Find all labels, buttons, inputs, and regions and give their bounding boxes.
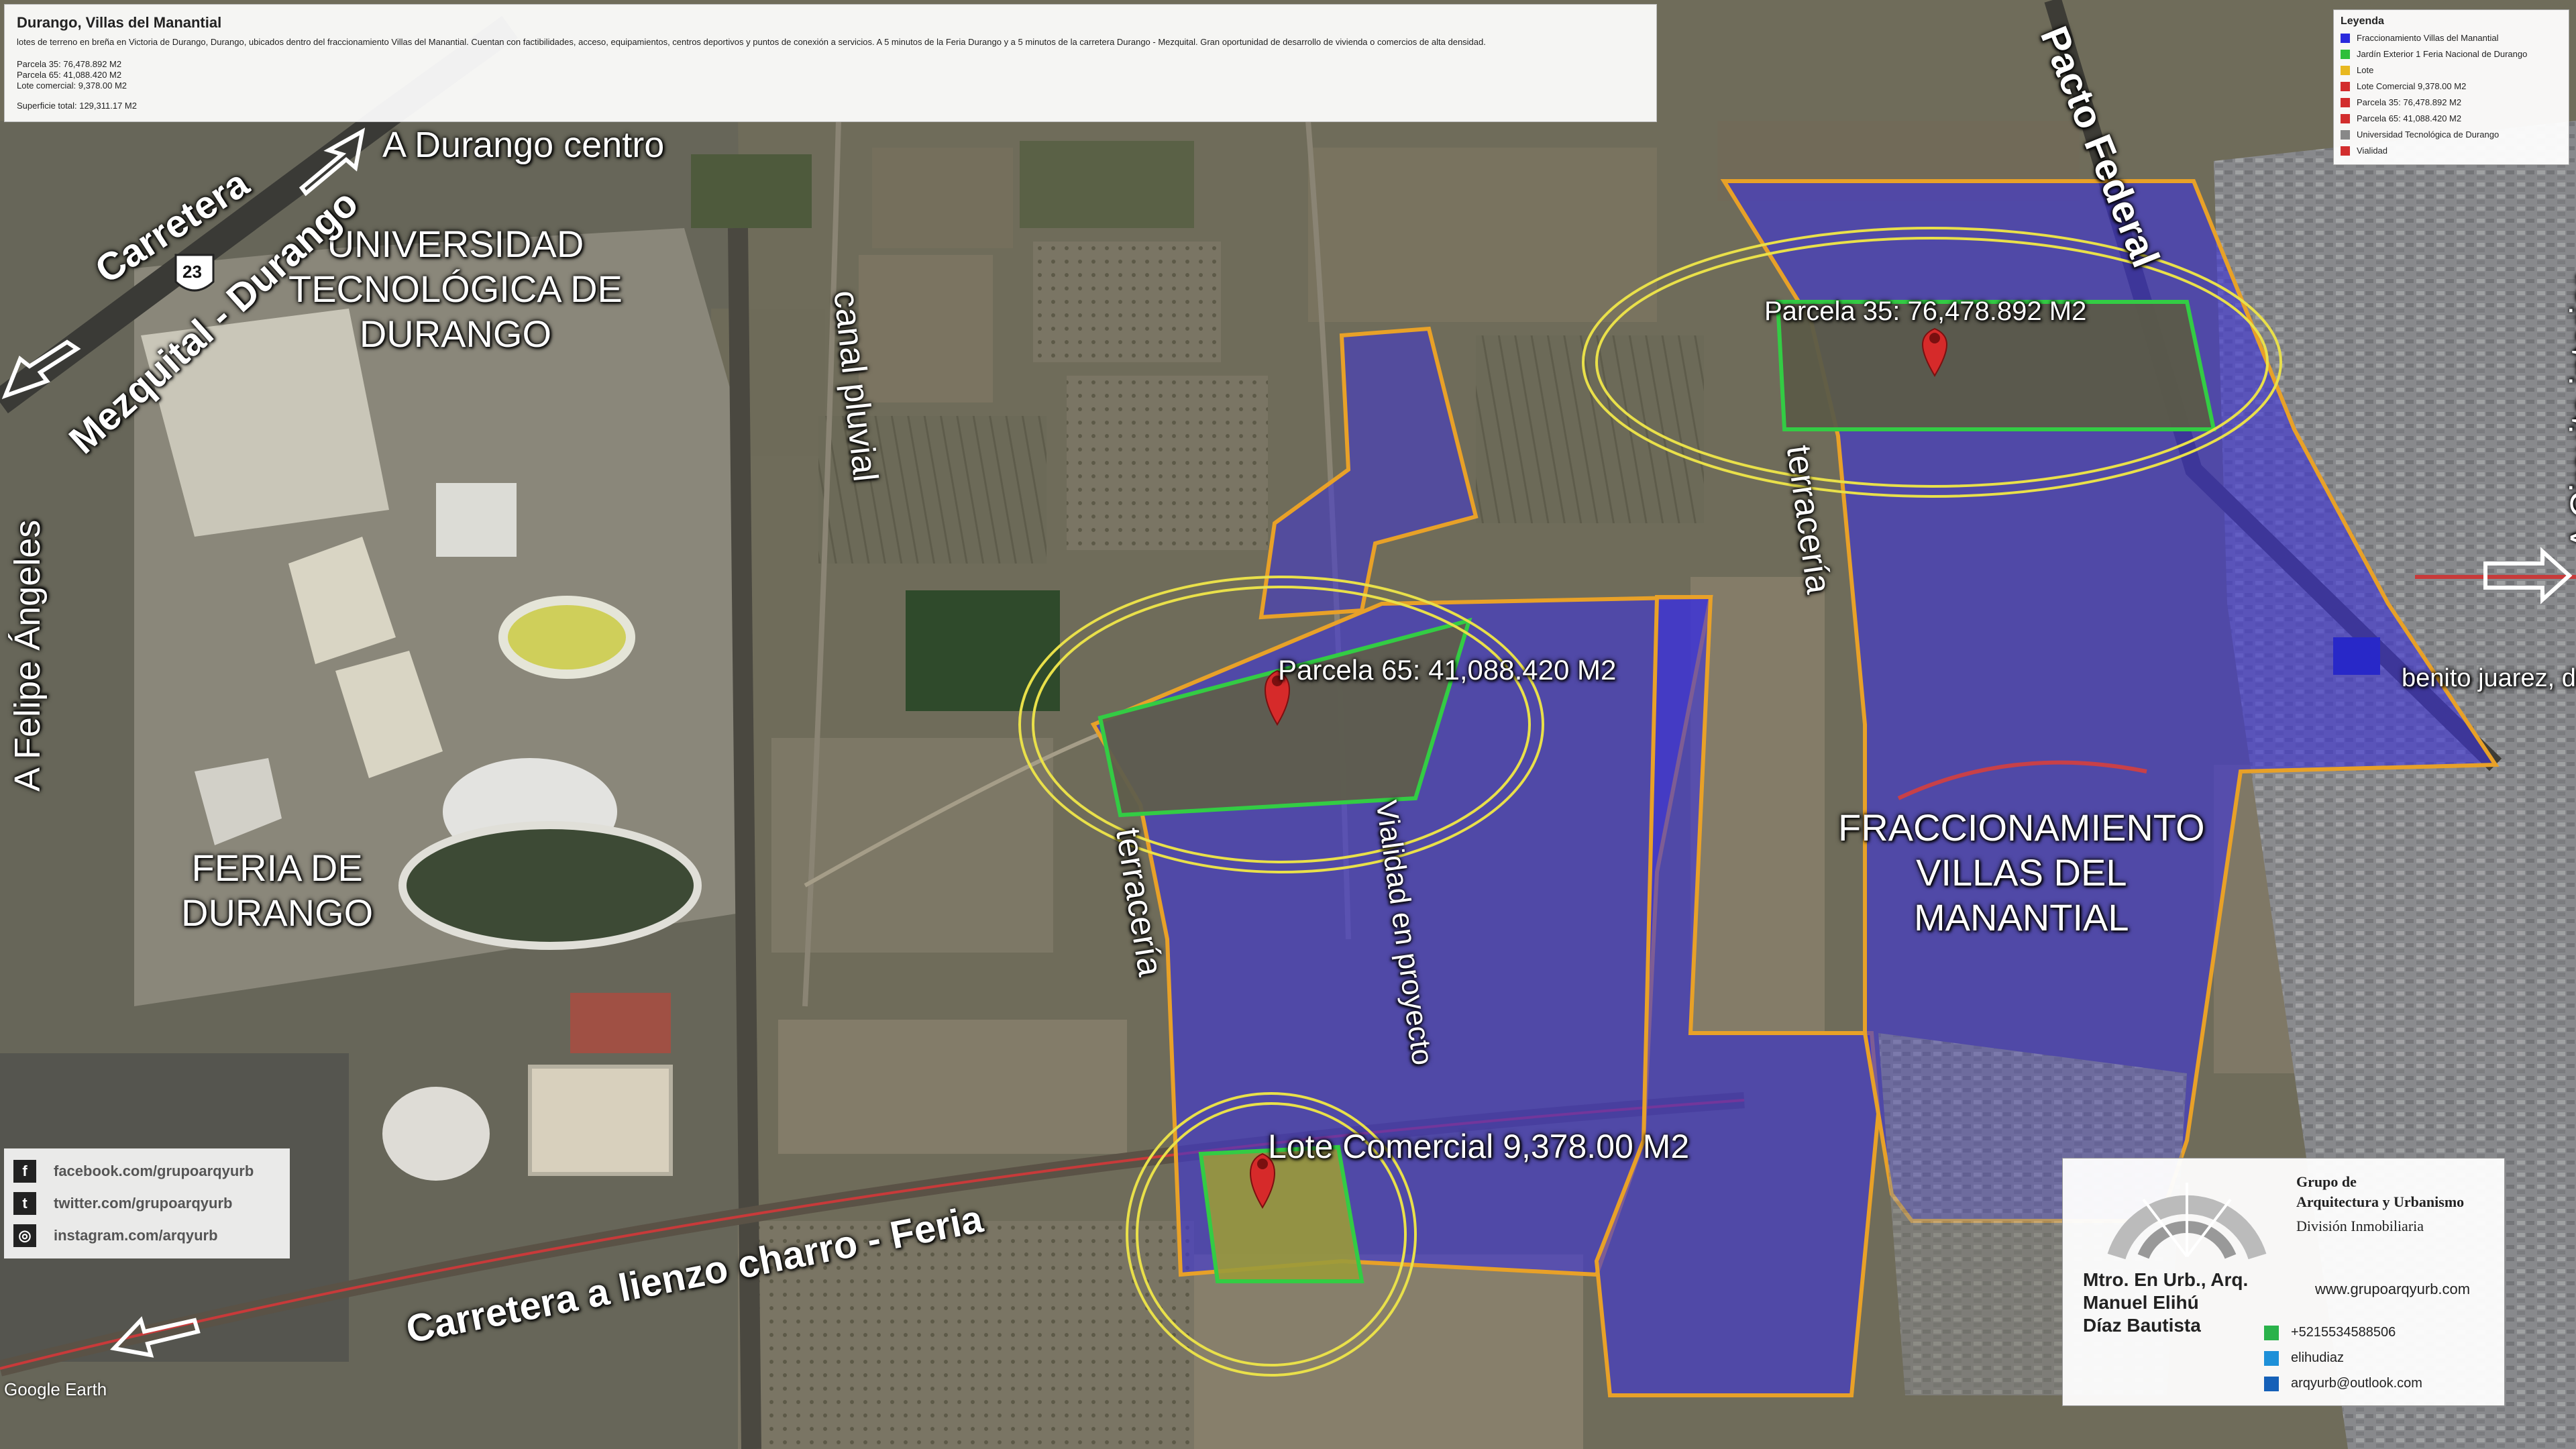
email-row[interactable]: arqyurb@outlook.com xyxy=(2264,1376,2422,1391)
legend-swatch-icon xyxy=(2341,66,2350,75)
field xyxy=(1476,335,1704,523)
map-view[interactable]: 23 UNIVERSIDAD TECNOLÓGICA DE DURANGO FERI… xyxy=(0,0,2576,1449)
info-panel: Durango, Villas del Manantial lotes de t… xyxy=(4,4,1657,122)
legend-item-label: Lote xyxy=(2357,65,2374,75)
legend-item[interactable]: Universidad Tecnológica de Durango xyxy=(2341,127,2562,143)
phone-row[interactable]: +5215534588506 xyxy=(2264,1325,2396,1340)
whatsapp-icon xyxy=(2264,1325,2279,1340)
legend-item-label: Parcela 65: 41,088.420 M2 xyxy=(2357,113,2462,123)
field xyxy=(1690,577,1825,1033)
social-links: f facebook.com/grupoarqyurb t twitter.com/… xyxy=(4,1148,290,1258)
legend-swatch-icon xyxy=(2341,34,2350,43)
instagram-icon: ◎ xyxy=(13,1224,36,1247)
legend-item[interactable]: Fraccionamiento Villas del Manantial xyxy=(2341,30,2562,46)
legend-swatch-icon xyxy=(2341,130,2350,140)
skype-row[interactable]: elihudiaz xyxy=(2264,1350,2344,1366)
legend-item[interactable]: Lote Comercial 9,378.00 M2 xyxy=(2341,78,2562,95)
legend-title: Leyenda xyxy=(2341,15,2384,27)
legend-swatch-icon xyxy=(2341,50,2350,59)
info-parcel: Parcela 35: 76,478.892 M2 xyxy=(17,59,122,69)
building xyxy=(436,483,517,557)
social-twitter[interactable]: t twitter.com/grupoarqyurb xyxy=(13,1187,280,1220)
label-parcela-35: Parcela 35: 76,478.892 M2 xyxy=(1764,297,2087,326)
legend-swatch-icon xyxy=(2341,146,2350,156)
field xyxy=(1194,1254,1583,1449)
legend-item-label: Fraccionamiento Villas del Manantial xyxy=(2357,33,2499,43)
contact-person: Mtro. En Urb., Arq. Manuel Elihú Díaz Baut… xyxy=(2083,1269,2249,1336)
company-name: Grupo de Arquitectura y Urbanismo xyxy=(2296,1173,2465,1210)
info-title: Durango, Villas del Manantial xyxy=(17,14,222,31)
info-total: Superficie total: 129,311.17 M2 xyxy=(17,101,137,111)
lote-comercial-polygon[interactable] xyxy=(1198,1144,1364,1283)
social-instagram[interactable]: ◎ instagram.com/arqyurb xyxy=(13,1220,280,1252)
legend-item-label: Vialidad xyxy=(2357,146,2388,156)
arena xyxy=(498,596,635,679)
field xyxy=(1020,141,1194,228)
skype-text: elihudiaz xyxy=(2291,1350,2344,1365)
field xyxy=(1308,148,1657,322)
field xyxy=(691,154,812,228)
phone-text: +5215534588506 xyxy=(2291,1325,2396,1340)
route-number: 23 xyxy=(182,262,202,282)
field xyxy=(1067,376,1268,550)
skype-icon xyxy=(2264,1350,2279,1366)
legend-item[interactable]: Parcela 35: 76,478.892 M2 xyxy=(2341,95,2562,111)
contact-card: Grupo de Arquitectura y Urbanismo Divisió… xyxy=(2062,1158,2505,1406)
info-parcel: Parcela 65: 41,088.420 M2 xyxy=(17,70,122,80)
building xyxy=(528,1065,673,1176)
label-a-durango-centro: A Durango centro xyxy=(382,125,665,165)
legend-item[interactable]: Vialidad xyxy=(2341,143,2562,159)
google-earth-watermark: Google Earth xyxy=(4,1379,107,1399)
outlook-icon xyxy=(2264,1376,2279,1391)
info-parcel: Lote comercial: 9,378.00 M2 xyxy=(17,80,127,91)
dome xyxy=(382,1087,490,1181)
email-text: arqyurb@outlook.com xyxy=(2291,1376,2422,1391)
field xyxy=(778,1020,1127,1154)
garden-ellipse xyxy=(398,821,702,950)
label-benito-juarez: benito juarez, dura xyxy=(2402,664,2576,692)
benito-juarez-marker[interactable] xyxy=(2333,637,2380,675)
field xyxy=(1033,241,1221,362)
legend-item-label: Jardín Exterior 1 Feria Nacional de Dura… xyxy=(2357,49,2528,59)
logo-icon xyxy=(2107,1183,2267,1260)
field xyxy=(872,148,1013,248)
legend-item[interactable]: Lote xyxy=(2341,62,2562,78)
label-feria: FERIA DE DURANGO xyxy=(181,847,374,934)
legend-item[interactable]: Parcela 65: 41,088.420 M2 xyxy=(2341,111,2562,127)
info-description: lotes de terreno en breña en Victoria de… xyxy=(17,37,1486,47)
building xyxy=(570,993,671,1053)
legend-swatch-icon xyxy=(2341,82,2350,91)
social-twitter-text: twitter.com/grupoarqyurb xyxy=(54,1195,233,1212)
legend-item[interactable]: Jardín Exterior 1 Feria Nacional de Dura… xyxy=(2341,46,2562,62)
legend-swatch-icon xyxy=(2341,114,2350,123)
legend-swatch-icon xyxy=(2341,98,2350,107)
field xyxy=(859,255,993,402)
field xyxy=(906,590,1060,711)
label-fraccionamiento: FRACCIONAMIENTO VILLAS DEL MANANTIAL xyxy=(1838,806,2205,939)
twitter-icon: t xyxy=(13,1192,36,1215)
label-a-circuito-interior: A Circuito interior xyxy=(2563,274,2576,550)
legend-item-label: Parcela 35: 76,478.892 M2 xyxy=(2357,97,2462,107)
facebook-icon: f xyxy=(13,1160,36,1183)
legend-item-label: Universidad Tecnológica de Durango xyxy=(2357,129,2500,140)
label-a-felipe-angeles: A Felipe Ángeles xyxy=(7,519,48,792)
social-facebook-text: facebook.com/grupoarqyurb xyxy=(54,1163,254,1179)
legend-item-label: Lote Comercial 9,378.00 M2 xyxy=(2357,81,2467,91)
legend-panel: Leyenda Fraccionamiento Villas del Manan… xyxy=(2333,9,2569,165)
label-lote-comercial: Lote Comercial 9,378.00 M2 xyxy=(1268,1128,1690,1165)
label-parcela-65: Parcela 65: 41,088.420 M2 xyxy=(1278,654,1617,686)
label-universidad: UNIVERSIDAD TECNOLÓGICA DE DURANGO xyxy=(288,223,623,356)
social-facebook[interactable]: f facebook.com/grupoarqyurb xyxy=(13,1155,280,1187)
website-link[interactable]: www.grupoarqyurb.com xyxy=(2315,1281,2470,1298)
social-instagram-text: instagram.com/arqyurb xyxy=(54,1227,218,1244)
company-division: División Inmobiliaria xyxy=(2296,1218,2424,1234)
